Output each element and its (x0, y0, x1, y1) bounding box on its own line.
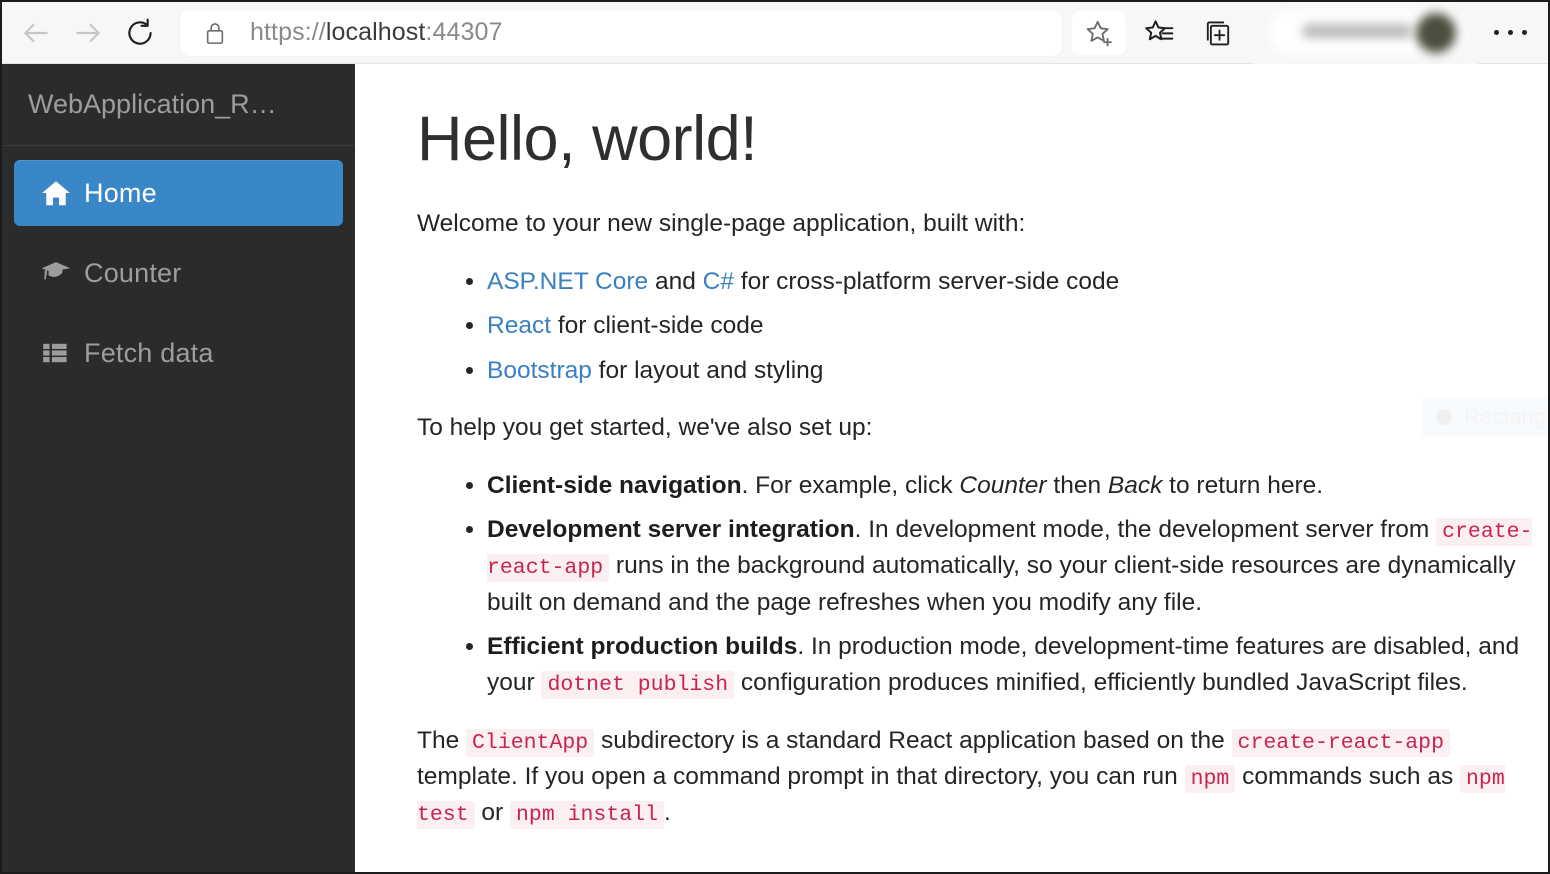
code-clientapp: ClientApp (466, 729, 594, 757)
closing-t4: commands such as (1235, 763, 1460, 790)
back-button[interactable] (10, 11, 62, 55)
ghost-tooltip-artifact: Rectangu (1422, 398, 1548, 436)
address-bar[interactable]: https://localhost:44307 (180, 10, 1062, 56)
dev-text-b: runs in the background automatically, so… (487, 552, 1516, 615)
add-favorite-button[interactable] (1072, 11, 1126, 55)
brand-label: WebApplication_R… (28, 89, 277, 120)
main-content: Hello, world! Welcome to your new single… (355, 64, 1548, 872)
browser-toolbar: https://localhost:44307 (2, 2, 1548, 64)
intro-paragraph: Welcome to your new single-page applicat… (417, 206, 1527, 242)
refresh-icon (123, 16, 157, 50)
nav-text-c: to return here. (1162, 472, 1323, 499)
dev-server-title: Development server integration (487, 516, 855, 543)
list-icon (40, 340, 84, 366)
ghost-dot-icon (1436, 409, 1452, 425)
home-icon (40, 178, 84, 208)
setup-list: Client-side navigation. For example, cli… (417, 468, 1548, 701)
link-react[interactable]: React (487, 312, 551, 339)
padlock-icon (192, 13, 238, 53)
sidebar-nav: Home Counter (2, 146, 355, 400)
closing-t2: subdirectory is a standard React applica… (594, 727, 1231, 754)
closing-t6: . (664, 799, 671, 826)
prod-text-b: configuration produces minified, efficie… (734, 669, 1468, 696)
page-content: WebApplication_R… Home (2, 64, 1548, 872)
list-item: Client-side navigation. For example, cli… (487, 468, 1548, 504)
em-counter: Counter (959, 472, 1046, 499)
refresh-button[interactable] (114, 11, 166, 55)
code-dotnet-publish: dotnet publish (541, 671, 734, 699)
built-with-list: ASP.NET Core and C# for cross-platform s… (417, 264, 1548, 389)
nav-text-a: . For example, click (742, 472, 960, 499)
closing-paragraph: The ClientApp subdirectory is a standard… (417, 723, 1527, 832)
code-create-react-app-2: create-react-app (1232, 729, 1450, 757)
url-scheme: https:// (250, 18, 326, 46)
code-npm: npm (1185, 765, 1236, 793)
code-npm-install: npm install (510, 801, 664, 829)
sidebar-item-fetch-data-label: Fetch data (84, 338, 214, 369)
prod-builds-title: Efficient production builds (487, 633, 797, 660)
forward-button[interactable] (62, 11, 114, 55)
built-with-1-rest: for client-side code (551, 312, 763, 339)
collections-button[interactable] (1188, 10, 1246, 56)
list-item: React for client-side code (487, 308, 1548, 344)
sidebar-item-counter[interactable]: Counter (14, 240, 343, 306)
list-item: ASP.NET Core and C# for cross-platform s… (487, 264, 1548, 300)
link-aspnet-core[interactable]: ASP.NET Core (487, 268, 648, 295)
closing-t1: The (417, 727, 466, 754)
client-side-navigation-title: Client-side navigation (487, 472, 742, 499)
collections-icon (1201, 17, 1233, 49)
link-csharp[interactable]: C# (703, 268, 734, 295)
avatar[interactable] (1416, 13, 1456, 53)
arrow-right-icon (72, 17, 104, 49)
profile-name-redacted (1302, 24, 1412, 38)
link-bootstrap[interactable]: Bootstrap (487, 357, 592, 384)
sidebar-item-counter-label: Counter (84, 258, 181, 289)
sidebar-item-home[interactable]: Home (14, 160, 343, 226)
url-text: https://localhost:44307 (238, 18, 1050, 47)
url-host: localhost (326, 18, 426, 46)
built-with-0-mid: and (648, 268, 703, 295)
sidebar: WebApplication_R… Home (2, 64, 355, 872)
favorites-button[interactable] (1130, 10, 1188, 56)
nav-text-b: then (1047, 472, 1108, 499)
built-with-2-rest: for layout and styling (592, 357, 824, 384)
list-item: Bootstrap for layout and styling (487, 353, 1548, 389)
profile-pill[interactable] (1254, 2, 1478, 64)
star-list-icon (1142, 16, 1176, 50)
built-with-0-rest: for cross-platform server-side code (734, 268, 1119, 295)
setup-intro-paragraph: To help you get started, we've also set … (417, 410, 1527, 446)
browser-window: https://localhost:44307 (0, 0, 1550, 874)
graduation-cap-icon (40, 259, 84, 287)
sidebar-item-fetch-data[interactable]: Fetch data (14, 320, 343, 386)
star-plus-icon (1083, 17, 1115, 49)
settings-and-more-button[interactable] (1480, 10, 1540, 56)
ellipsis-icon (1494, 30, 1527, 35)
dev-text-a: . In development mode, the development s… (855, 516, 1437, 543)
url-port: :44307 (425, 18, 502, 46)
list-item: Efficient production builds. In producti… (487, 629, 1548, 701)
page-title: Hello, world! (417, 106, 1548, 172)
list-item: Development server integration. In devel… (487, 512, 1548, 620)
em-back: Back (1108, 472, 1162, 499)
arrow-left-icon (20, 17, 52, 49)
sidebar-item-home-label: Home (84, 178, 157, 209)
ghost-tooltip-label: Rectangu (1464, 404, 1550, 430)
closing-t5: or (475, 799, 510, 826)
closing-t3: template. If you open a command prompt i… (417, 763, 1185, 790)
brand[interactable]: WebApplication_R… (2, 64, 355, 146)
